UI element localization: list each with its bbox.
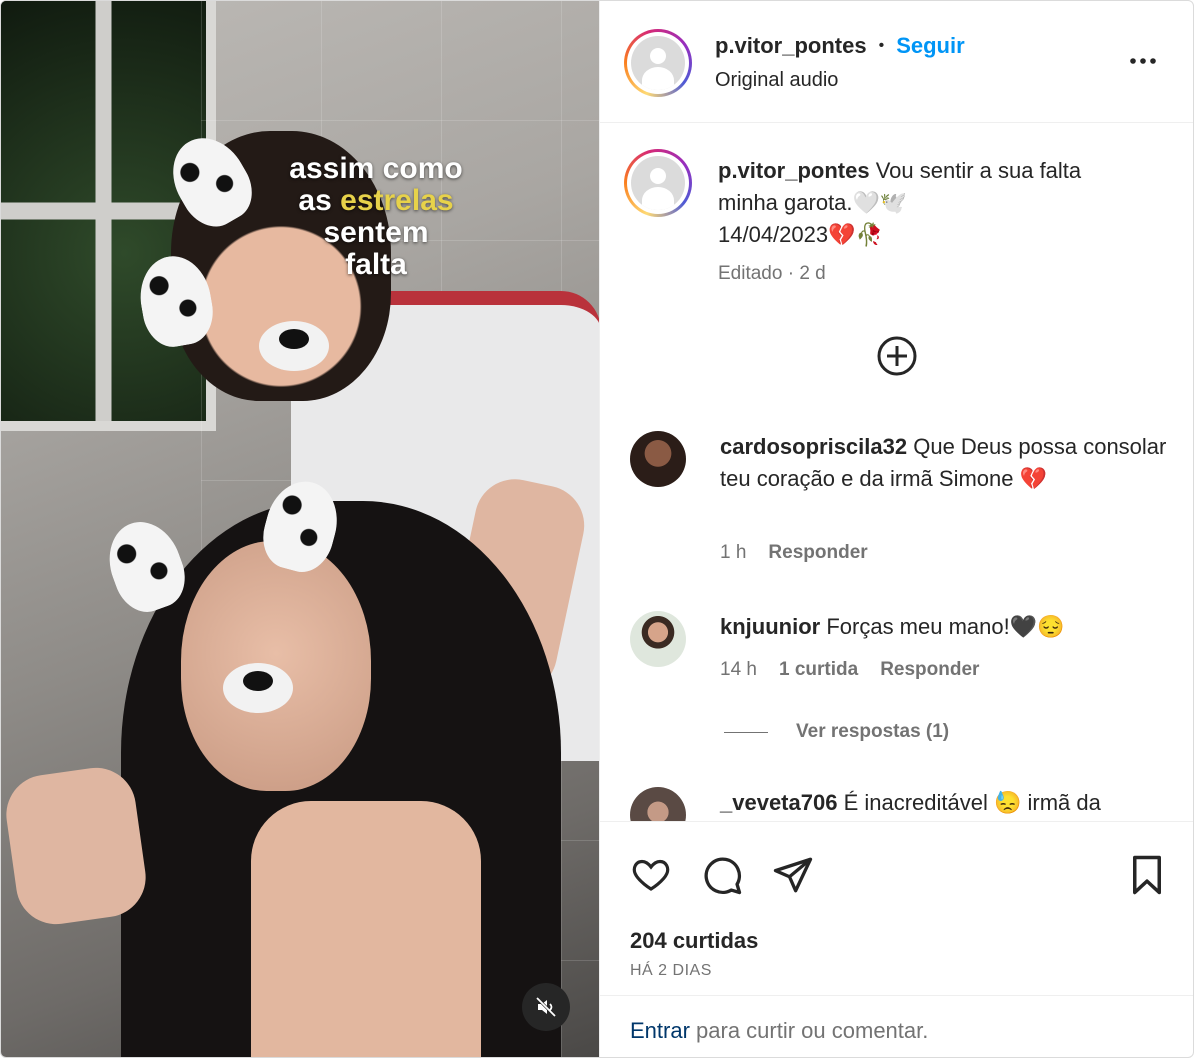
comment-time: 1 h <box>720 542 747 563</box>
audio-label[interactable]: Original audio <box>715 69 838 92</box>
caption-text-line1: Vou sentir a sua falta <box>869 158 1082 183</box>
woman-body <box>251 801 481 1057</box>
caption-edited-time: Editado · 2 d <box>718 263 826 284</box>
login-prompt-text: para curtir ou comentar. <box>689 1018 929 1043</box>
comment-text: _veveta706 É inacreditável 😓 irmã da <box>720 787 1170 819</box>
commenter-avatar[interactable] <box>630 787 686 821</box>
reply-button[interactable]: Responder <box>768 542 867 564</box>
heart-icon <box>632 859 670 891</box>
login-link[interactable]: Entrar <box>630 1018 690 1043</box>
caption-text-line3: 14/04/2023💔🥀 <box>718 222 883 247</box>
mute-button[interactable] <box>522 983 570 1031</box>
more-options-button[interactable] <box>1128 51 1158 76</box>
comment-meta: 14 h 1 curtida Responder <box>720 659 979 681</box>
comment-username[interactable]: _veveta706 <box>720 790 837 815</box>
more-horizontal-icon <box>1130 58 1156 64</box>
author-avatar[interactable] <box>624 29 692 97</box>
caption-username[interactable]: p.vitor_pontes <box>718 158 870 183</box>
like-button[interactable] <box>630 854 672 899</box>
view-replies-label: Ver respostas (1) <box>796 721 950 742</box>
comment-button[interactable] <box>701 854 743 901</box>
media-overlay-text: assim como as estrelas sentem falta <box>289 152 463 281</box>
post-header: p.vitor_pontes • Seguir Original audio <box>600 1 1193 123</box>
author-username[interactable]: p.vitor_pontes <box>715 33 867 59</box>
load-more-comments-button[interactable] <box>876 335 918 382</box>
replies-divider <box>724 731 768 733</box>
likes-count[interactable]: 204 curtidas <box>630 928 758 954</box>
login-prompt: Entrar para curtir ou comentar. <box>600 995 1193 1057</box>
post-media[interactable]: assim como as estrelas sentem falta <box>1 1 599 1057</box>
save-button[interactable] <box>1128 854 1166 901</box>
comment-text: cardosopriscila32 Que Deus possa consola… <box>720 431 1170 495</box>
comment-meta: 1 h Responder <box>720 542 868 564</box>
commenter-avatar[interactable] <box>630 611 686 667</box>
comment-clip: _veveta706 É inacreditável 😓 irmã da <box>600 781 1193 821</box>
caption-text-line2: minha garota.🤍🕊️ <box>718 190 908 215</box>
comment-body: Forças meu mano!🖤😔 <box>820 614 1065 639</box>
share-button[interactable] <box>772 854 814 901</box>
post-sidebar: p.vitor_pontes • Seguir Original audio p… <box>599 1 1193 1057</box>
view-replies-button[interactable]: Ver respostas (1) <box>724 721 949 743</box>
comment-likes[interactable]: 1 curtida <box>779 659 858 681</box>
reply-button[interactable]: Responder <box>880 659 979 681</box>
dog-snout-icon <box>259 321 329 371</box>
dog-snout-icon <box>223 663 293 713</box>
post-date: HÁ 2 DIAS <box>630 962 712 979</box>
plus-circle-icon <box>877 336 917 376</box>
comment-username[interactable]: cardosopriscila32 <box>720 434 907 459</box>
caption: p.vitor_pontes Vou sentir a sua falta mi… <box>718 155 1168 251</box>
bookmark-icon <box>1133 855 1161 895</box>
hand-thumb <box>1 762 151 930</box>
comment-body: É inacreditável 😓 irmã da <box>837 790 1101 815</box>
comment-text: knjuunior Forças meu mano!🖤😔 <box>720 611 1170 643</box>
post-dialog: assim como as estrelas sentem falta p.vi… <box>0 0 1194 1058</box>
follow-button[interactable]: Seguir <box>896 33 964 59</box>
comment-time: 14 h <box>720 659 757 680</box>
commenter-avatar[interactable] <box>630 431 686 487</box>
separator-dot: • <box>878 37 885 54</box>
speaker-muted-icon <box>535 996 557 1018</box>
send-icon <box>773 857 813 893</box>
comment-username[interactable]: knjuunior <box>720 614 820 639</box>
caption-avatar[interactable] <box>624 149 692 217</box>
comment-icon <box>704 857 742 895</box>
